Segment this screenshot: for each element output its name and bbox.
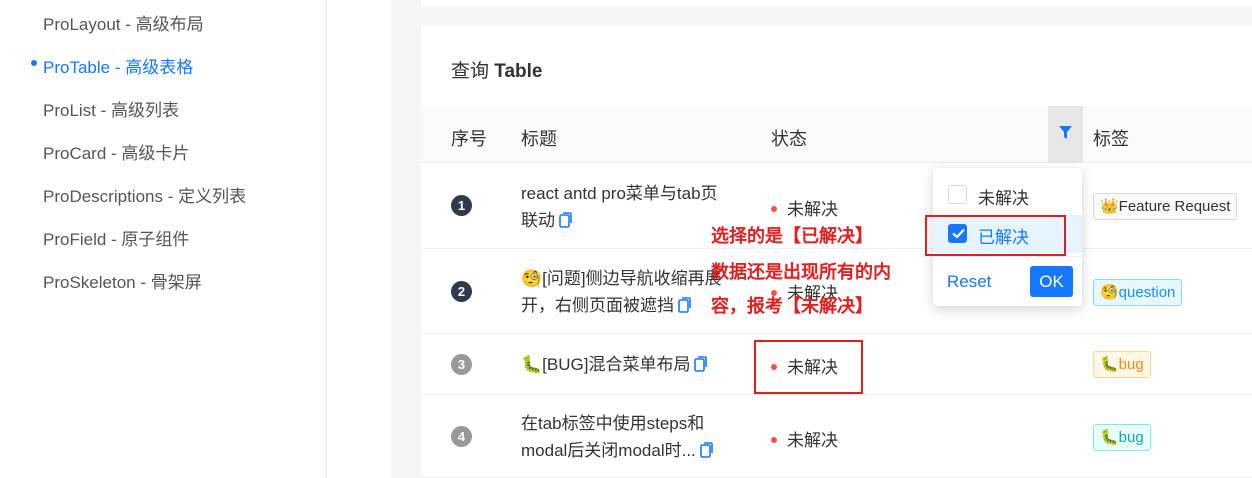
row-title-line2: modal后关闭modal时... xyxy=(521,441,696,460)
card-title: 查询 Table xyxy=(451,56,543,83)
status-dot xyxy=(771,437,777,443)
column-header-index: 序号 xyxy=(451,129,487,149)
copy-icon[interactable] xyxy=(678,294,691,321)
sidebar-item-proskeleton[interactable]: ProSkeleton - 骨架屏 xyxy=(43,268,202,293)
row-title[interactable]: react antd pro菜单与tab页 联动 xyxy=(521,180,718,236)
status-text: 未解决 xyxy=(787,200,838,219)
card-title-bold: Table xyxy=(494,61,543,82)
annotation-text-line1: 选择的是【已解决】 xyxy=(711,226,873,246)
annotation-text-line3: 容，报考【未解决】 xyxy=(711,296,873,316)
content-gutter xyxy=(391,0,421,478)
row-title[interactable]: 在tab标签中使用steps和 modal后关闭modal时... xyxy=(521,410,713,466)
sidebar-item-protable[interactable]: ProTable - 高级表格 xyxy=(43,53,193,78)
tag-feature-request: 👑Feature Request xyxy=(1093,193,1238,220)
filter-option-label: 未解决 xyxy=(978,189,1029,208)
sidebar-item-procard[interactable]: ProCard - 高级卡片 xyxy=(43,139,189,164)
copy-icon[interactable] xyxy=(559,209,572,236)
status-text: 未解决 xyxy=(787,431,838,450)
sidebar-item-prodescriptions[interactable]: ProDescriptions - 定义列表 xyxy=(43,182,246,207)
table-row: 4 在tab标签中使用steps和 modal后关闭modal时... 未解决 … xyxy=(421,395,1252,478)
copy-icon[interactable] xyxy=(699,439,713,466)
filter-option-unresolved[interactable]: 未解决 xyxy=(933,176,1082,214)
copy-icon[interactable] xyxy=(694,353,708,380)
status-cell: 未解决 xyxy=(771,195,838,220)
annotation-highlight-status xyxy=(754,340,863,394)
status-dot xyxy=(771,206,777,212)
annotation-text-line2: 数据还是出现所有的内 xyxy=(711,262,891,282)
sidebar: ProLayout - 高级布局 ProTable - 高级表格 ProList… xyxy=(0,0,327,478)
filter-icon xyxy=(1059,126,1072,139)
status-cell: 未解决 xyxy=(771,426,838,451)
reset-button[interactable]: Reset xyxy=(947,272,991,292)
previous-card-edge xyxy=(421,0,1252,6)
tag-question: 🧐question xyxy=(1093,279,1183,306)
checkbox[interactable] xyxy=(948,185,967,204)
active-indicator-dot xyxy=(31,60,37,66)
table-header: 序号 标题 状态 标签 xyxy=(421,106,1252,163)
row-title[interactable]: 🐛[BUG]混合菜单布局 xyxy=(521,351,708,380)
row-title-line1: 在tab标签中使用steps和 xyxy=(521,414,705,433)
column-header-status: 状态 xyxy=(771,129,807,149)
annotation-highlight-selected-option xyxy=(925,215,1066,256)
sidebar-item-profield[interactable]: ProField - 原子组件 xyxy=(43,225,189,250)
status-filter-button[interactable] xyxy=(1048,106,1083,163)
ok-button[interactable]: OK xyxy=(1030,266,1073,297)
row-index-badge: 1 xyxy=(451,195,472,216)
row-title-line2: 联动 xyxy=(521,211,555,230)
row-title-line1: 🧐[问题]侧边导航收缩再展 xyxy=(521,269,722,288)
tag-bug: 🐛bug xyxy=(1093,424,1151,451)
dropdown-divider xyxy=(933,256,1082,257)
tag-bug: 🐛bug xyxy=(1093,351,1151,378)
row-index-badge: 2 xyxy=(451,281,472,302)
row-index-badge: 3 xyxy=(451,354,472,375)
sidebar-item-prolist[interactable]: ProList - 高级列表 xyxy=(43,96,179,121)
row-index-badge: 4 xyxy=(451,426,472,447)
column-header-title: 标题 xyxy=(521,129,557,149)
column-header-tags: 标签 xyxy=(1093,129,1129,149)
row-title-line2: 开，右侧页面被遮挡 xyxy=(521,296,674,315)
row-title-line1: react antd pro菜单与tab页 xyxy=(521,184,718,203)
row-title-line1: 🐛[BUG]混合菜单布局 xyxy=(521,355,691,374)
card-title-prefix: 查询 xyxy=(451,61,495,82)
row-title[interactable]: 🧐[问题]侧边导航收缩再展 开，右侧页面被遮挡 xyxy=(521,265,722,321)
sidebar-item-prolayout[interactable]: ProLayout - 高级布局 xyxy=(43,10,204,35)
